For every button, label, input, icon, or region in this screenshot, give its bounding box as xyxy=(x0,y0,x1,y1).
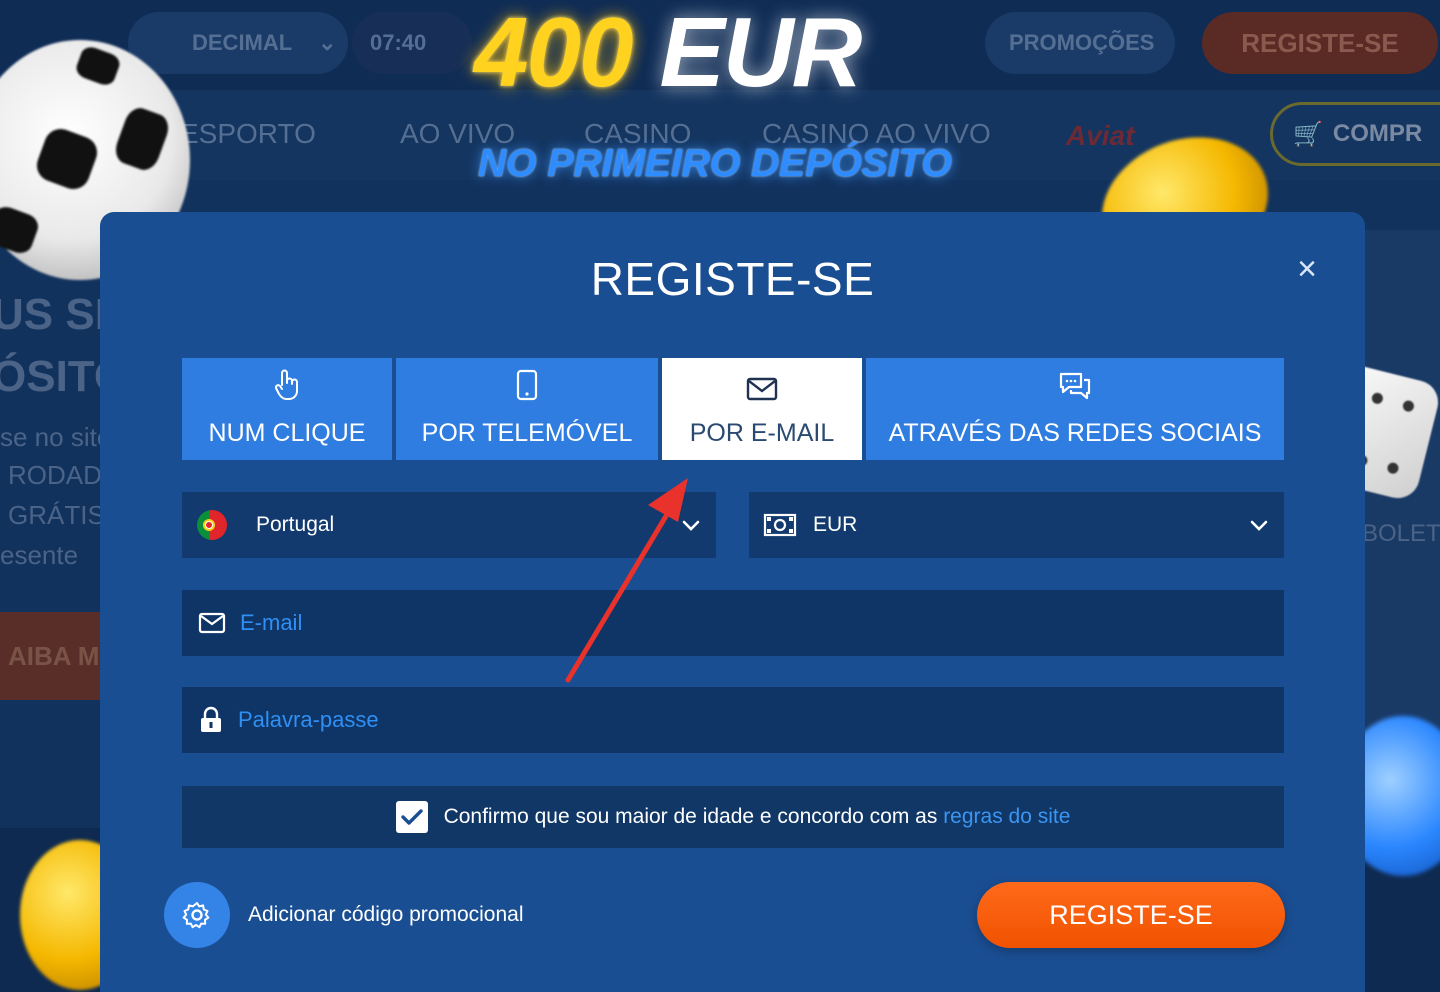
promo-amount-currency: EUR xyxy=(659,0,863,107)
password-input[interactable] xyxy=(238,687,1284,753)
tab-social[interactable]: ATRAVÉS DAS REDES SOCIAIS xyxy=(866,358,1284,460)
close-button[interactable]: × xyxy=(1290,252,1324,286)
buy-label: COMPR xyxy=(1332,120,1423,147)
tab-label: POR E-MAIL xyxy=(689,419,835,447)
country-select[interactable]: Portugal xyxy=(182,492,716,558)
portugal-flag-icon xyxy=(197,510,227,540)
promo-amount: 400 EUR xyxy=(474,0,863,107)
promo-amount-value: 400 xyxy=(474,0,634,107)
age-confirmation-text: Confirmo que sou maior de idade e concor… xyxy=(444,805,1071,829)
chevron-down-icon xyxy=(1250,520,1268,531)
currency-value: EUR xyxy=(813,513,858,536)
background-register-button: REGISTE-SE xyxy=(1202,12,1438,74)
tab-label: NUM CLIQUE xyxy=(208,419,366,447)
add-promo-code-button[interactable]: Adicionar código promocional xyxy=(164,882,524,948)
tab-email[interactable]: POR E-MAIL xyxy=(662,358,862,460)
tab-phone[interactable]: POR TELEMÓVEL xyxy=(396,358,658,460)
country-value: Portugal xyxy=(256,513,335,536)
bg-bet-slip-label: BOLET xyxy=(1362,520,1440,547)
chevron-down-icon xyxy=(682,520,700,531)
time-label: 07:40 xyxy=(370,30,427,55)
currency-select[interactable]: EUR xyxy=(749,492,1284,558)
email-field xyxy=(182,590,1284,656)
lock-icon xyxy=(201,706,221,732)
time-display: 07:40 xyxy=(352,12,472,74)
promotions-label: PROMOÇÕES xyxy=(1009,30,1155,55)
cart-icon: 🛒 xyxy=(1293,120,1323,148)
site-rules-link[interactable]: regras do site xyxy=(943,805,1070,828)
modal-title: REGISTE-SE xyxy=(590,253,875,305)
aviator-logo: Aviat xyxy=(1066,120,1135,151)
tab-one-click[interactable]: NUM CLIQUE xyxy=(182,358,392,460)
envelope-icon xyxy=(746,377,778,401)
odds-format-selector: DECIMAL ⌄ xyxy=(128,12,348,74)
password-field xyxy=(182,687,1284,753)
money-icon xyxy=(763,513,797,537)
tab-label: POR TELEMÓVEL xyxy=(421,419,633,447)
register-submit-button[interactable]: REGISTE-SE xyxy=(977,882,1285,948)
tab-label: ATRAVÉS DAS REDES SOCIAIS xyxy=(888,419,1262,447)
age-confirmation-row: Confirmo que sou maior de idade e concor… xyxy=(182,786,1284,848)
add-promo-code-label: Adicionar código promocional xyxy=(248,903,524,926)
promotions-link: PROMOÇÕES xyxy=(985,12,1175,74)
age-confirmation-checkbox[interactable] xyxy=(395,801,428,833)
chevron-down-icon: ⌄ xyxy=(318,30,337,55)
nav-esporto: ESPORTO xyxy=(180,118,316,149)
chat-bubbles-icon xyxy=(1059,372,1091,400)
background-buy-button: 🛒 COMPR xyxy=(1270,102,1440,166)
email-input[interactable] xyxy=(240,590,1284,656)
checkmark-icon xyxy=(400,809,423,825)
registration-modal: REGISTE-SE × NUM CLIQUE POR TELEMÓVEL PO… xyxy=(100,212,1365,992)
envelope-icon xyxy=(198,612,226,634)
bg-text-line4: esente xyxy=(0,540,79,570)
gear-icon xyxy=(164,882,230,948)
age-confirmation-label: Confirmo que sou maior de idade e concor… xyxy=(443,805,938,828)
odds-format-label: DECIMAL xyxy=(192,30,293,55)
pointer-hand-icon xyxy=(274,369,298,400)
phone-icon xyxy=(516,369,538,401)
promo-subtitle: NO PRIMEIRO DEPÓSITO xyxy=(478,142,952,185)
registration-tabs: NUM CLIQUE POR TELEMÓVEL POR E-MAIL ATRA… xyxy=(182,358,1284,460)
